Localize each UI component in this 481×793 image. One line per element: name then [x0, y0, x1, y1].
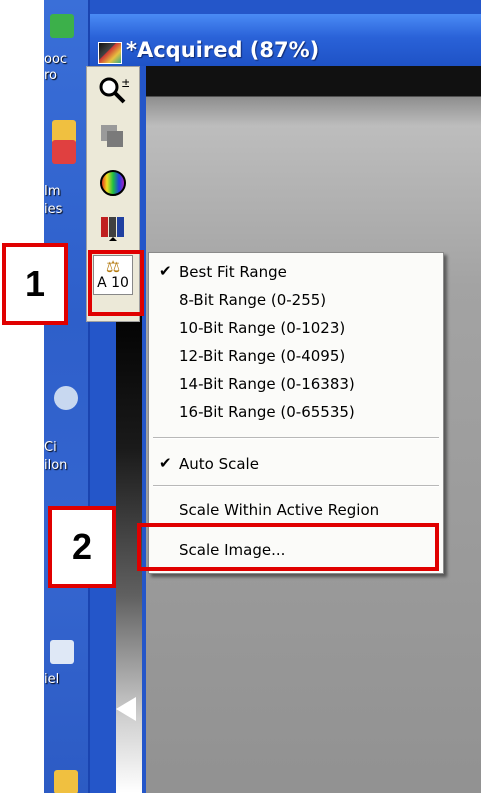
menu-item-label: 12-Bit Range (0-4095)	[179, 347, 346, 365]
checkmark-icon: ✔	[159, 454, 172, 472]
menu-item-label: Auto Scale	[179, 455, 259, 473]
svg-text:±: ±	[121, 76, 129, 90]
desktop-label: ro	[44, 68, 58, 83]
desktop-label: iel	[44, 672, 60, 687]
desktop-label: Im	[44, 184, 61, 199]
menu-item-label: 14-Bit Range (0-16383)	[179, 375, 355, 393]
menu-item-label: 10-Bit Range (0-1023)	[179, 319, 346, 337]
window-app-icon[interactable]	[98, 42, 122, 64]
menu-item-14bit-range[interactable]: 14-Bit Range (0-16383)	[149, 371, 443, 397]
lut-tool-button[interactable]	[93, 209, 133, 249]
menu-item-label: 16-Bit Range (0-65535)	[179, 403, 355, 421]
step-2-callout: 2	[48, 506, 116, 588]
menu-item-auto-scale[interactable]: ✔ Auto Scale	[149, 451, 443, 477]
lut-icon	[101, 217, 124, 241]
desktop-app-icon[interactable]	[50, 14, 74, 38]
histogram-marker[interactable]	[116, 697, 136, 721]
desktop-label: ilon	[44, 458, 68, 473]
checkmark-icon: ✔	[159, 262, 172, 280]
desktop-app-icon[interactable]	[52, 140, 76, 164]
layers-icon	[101, 125, 123, 147]
desktop-app-icon[interactable]	[54, 386, 78, 410]
color-tool-button[interactable]	[93, 163, 133, 203]
window-title: *Acquired (87%)	[126, 38, 320, 62]
step-2-highlight	[137, 523, 439, 571]
desktop-app-icon[interactable]	[50, 640, 74, 664]
menu-item-16bit-range[interactable]: 16-Bit Range (0-65535)	[149, 399, 443, 425]
desktop-label: ies	[44, 202, 63, 217]
menu-item-best-fit-range[interactable]: ✔ Best Fit Range	[149, 259, 443, 285]
desktop-label: Ci	[44, 440, 57, 455]
zoom-tool-button[interactable]: ±	[93, 71, 133, 111]
desktop-folder-icon[interactable]	[54, 770, 78, 793]
step-1-highlight	[88, 250, 144, 316]
menu-item-label: Best Fit Range	[179, 263, 287, 281]
color-wheel-icon	[100, 170, 126, 196]
menu-item-scale-within-active-region[interactable]: Scale Within Active Region	[149, 497, 443, 523]
desktop-background: ooc ro Im ies Ci ilon iel	[44, 0, 88, 793]
menu-item-label: 8-Bit Range (0-255)	[179, 291, 327, 309]
menu-item-12bit-range[interactable]: 12-Bit Range (0-4095)	[149, 343, 443, 369]
step-1-callout: 1	[2, 243, 68, 325]
menu-item-label: Scale Within Active Region	[179, 501, 380, 519]
menu-separator	[153, 437, 439, 439]
window-titlebar[interactable]: *Acquired (87%)	[90, 14, 481, 66]
menu-item-10bit-range[interactable]: 10-Bit Range (0-1023)	[149, 315, 443, 341]
menu-separator	[153, 485, 439, 487]
layers-tool-button[interactable]	[93, 117, 133, 157]
zoom-icon: ±	[99, 76, 129, 104]
desktop-label: ooc	[44, 52, 68, 67]
menu-item-8bit-range[interactable]: 8-Bit Range (0-255)	[149, 287, 443, 313]
